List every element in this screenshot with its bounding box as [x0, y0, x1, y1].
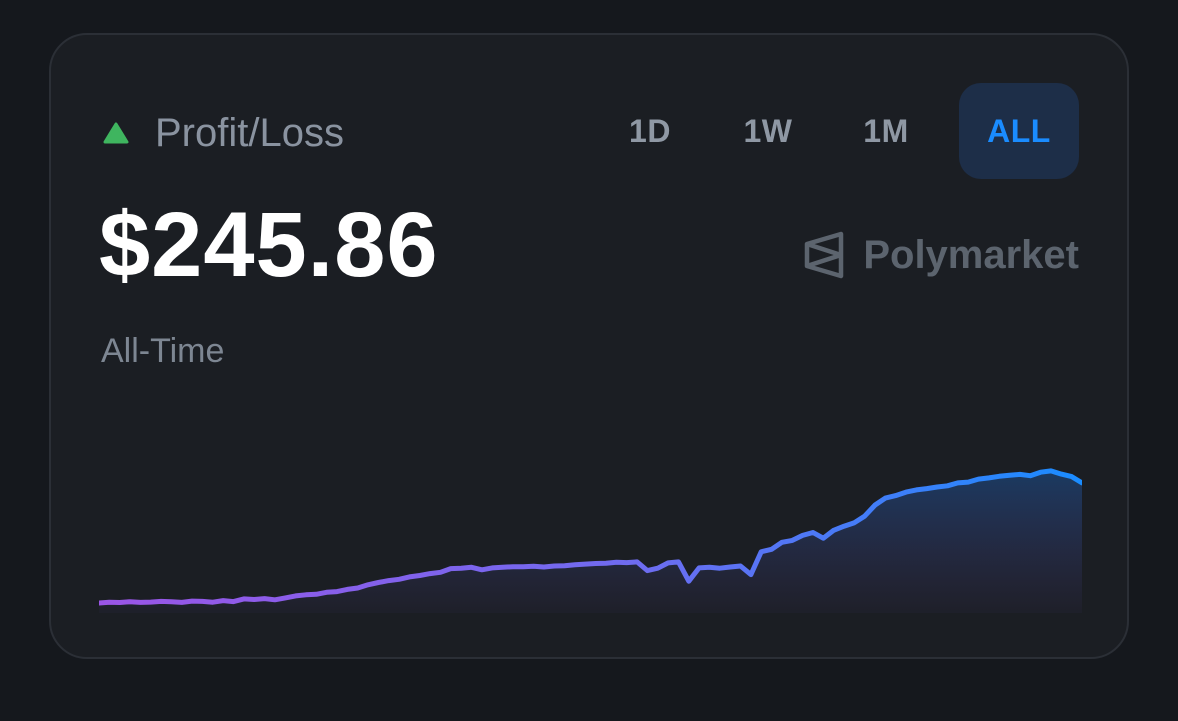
brand: Polymarket	[803, 230, 1079, 280]
profit-loss-amount: $245.86	[99, 194, 439, 296]
triangle-up-icon	[103, 122, 129, 144]
card-header: Profit/Loss	[103, 109, 344, 157]
profit-loss-card: Profit/Loss 1D 1W 1M ALL $245.86 Polymar…	[49, 33, 1129, 659]
polymarket-logo-icon	[803, 230, 845, 280]
tab-1m[interactable]: 1M	[841, 83, 931, 179]
tab-all[interactable]: ALL	[959, 83, 1079, 179]
tab-1w[interactable]: 1W	[723, 83, 813, 179]
tab-1d[interactable]: 1D	[605, 83, 695, 179]
period-label: All-Time	[101, 332, 225, 370]
chart-area-fill	[99, 470, 1082, 613]
time-range-tabs: 1D 1W 1M ALL	[577, 83, 1079, 179]
card-title: Profit/Loss	[155, 111, 344, 155]
brand-name: Polymarket	[863, 233, 1079, 277]
pnl-chart	[99, 468, 1082, 613]
